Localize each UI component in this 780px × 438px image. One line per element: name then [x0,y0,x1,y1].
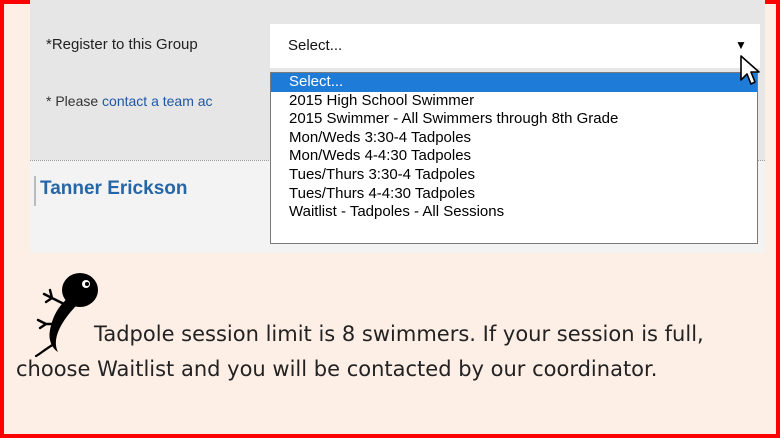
option-mon-weds-330[interactable]: Mon/Weds 3:30-4 Tadpoles [271,129,757,148]
register-group-label: *Register to this Group [46,36,198,53]
mouse-cursor-icon [740,55,760,85]
dropdown-arrow-icon[interactable]: ▼ [735,38,747,52]
option-tues-thurs-4[interactable]: Tues/Thurs 4-4:30 Tadpoles [271,185,757,204]
athlete-name[interactable]: Tanner Erickson [40,178,187,200]
contact-team-link[interactable]: contact a team ac [102,93,213,109]
tadpole-limit-note: Tadpole session limit is 8 swimmers. If … [16,322,704,381]
option-waitlist[interactable]: Waitlist - Tadpoles - All Sessions [271,203,757,222]
contact-notice-text: * Please [46,93,103,109]
group-options-list[interactable]: Select... 2015 High School Swimmer 2015 … [270,72,758,244]
option-high-school-swimmer[interactable]: 2015 High School Swimmer [271,92,757,111]
option-mon-weds-4[interactable]: Mon/Weds 4-4:30 Tadpoles [271,147,757,166]
option-select[interactable]: Select... [271,73,757,92]
option-tues-thurs-330[interactable]: Tues/Thurs 3:30-4 Tadpoles [271,166,757,185]
contact-notice: * Please contact a team ac [46,93,213,109]
option-all-swimmers[interactable]: 2015 Swimmer - All Swimmers through 8th … [271,110,757,129]
name-divider [34,176,36,206]
group-select[interactable]: Select... ▼ [270,24,760,68]
group-select-value: Select... [288,37,343,54]
